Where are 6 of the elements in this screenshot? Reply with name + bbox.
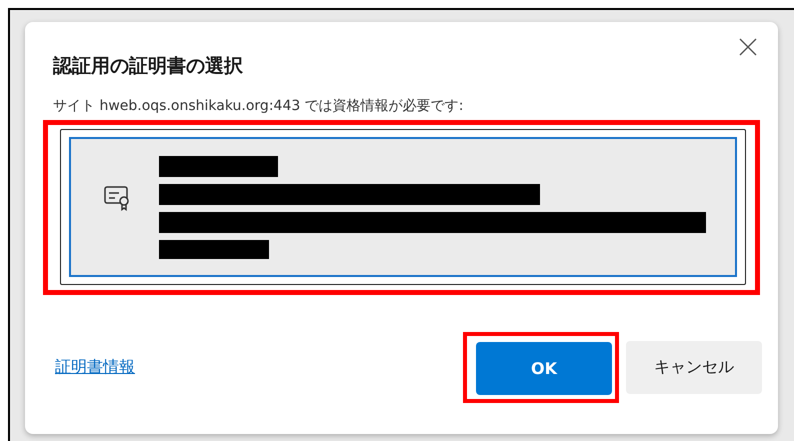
ok-button[interactable]: OK (476, 342, 612, 395)
cancel-button[interactable]: キャンセル (626, 341, 762, 394)
dialog-title: 認証用の証明書の選択 (53, 54, 243, 79)
certificate-info-link[interactable]: 証明書情報 (55, 357, 135, 378)
close-icon[interactable] (738, 37, 758, 57)
dialog-message: サイト hweb.oqs.onshikaku.org:443 では資格情報が必要です: (53, 97, 464, 115)
